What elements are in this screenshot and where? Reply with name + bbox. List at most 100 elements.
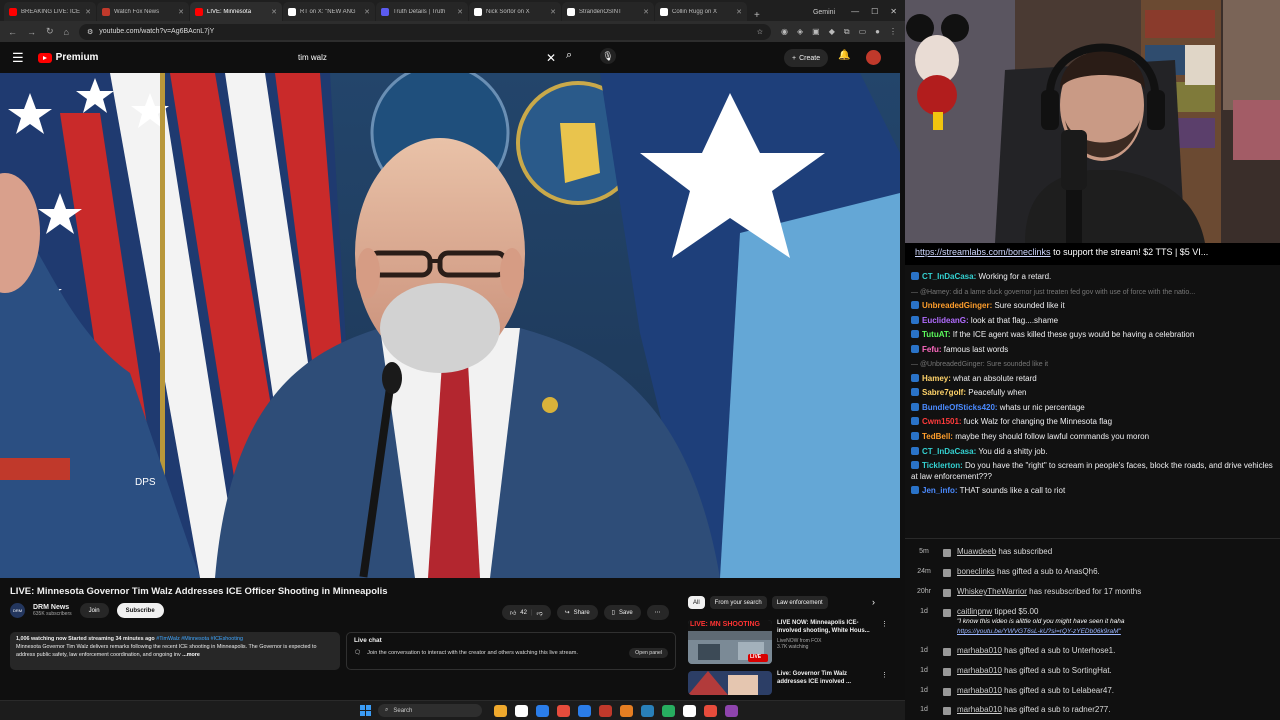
taskbar-app-icon[interactable]	[704, 705, 717, 717]
chat-username[interactable]: CT_InDaCasa:	[922, 447, 976, 456]
more-options-icon[interactable]: ⋮	[881, 620, 888, 628]
microphone-icon[interactable]: 🎙	[600, 48, 616, 64]
close-window-icon[interactable]: ✕	[890, 7, 897, 16]
url-field[interactable]: ⚙ youtube.com/watch?v=Ag6BAcnL7jY ☆	[78, 23, 772, 40]
taskbar-app-icon[interactable]	[515, 705, 528, 717]
chat-username[interactable]: Ticklerton:	[922, 461, 963, 470]
taskbar-app-icon[interactable]	[578, 705, 591, 717]
chat-username[interactable]: Sabre7golf:	[922, 388, 966, 397]
sidebar-icon[interactable]: ▭	[859, 27, 867, 37]
chevron-right-icon[interactable]: ›	[872, 597, 875, 607]
minimize-icon[interactable]: —	[851, 7, 859, 16]
back-icon[interactable]: ←	[8, 27, 17, 37]
save-button[interactable]: ▯ Save	[603, 605, 641, 620]
description-tags[interactable]: #TimWalz #Minnesota #ICEshooting	[156, 636, 243, 642]
search-icon[interactable]: ⌕	[566, 49, 572, 62]
browser-tab[interactable]: Nick Sortor on X ✕	[469, 2, 561, 21]
chat-username[interactable]: CT_InDaCasa:	[922, 272, 976, 281]
chat-username[interactable]: BundleOfSticks420:	[922, 403, 998, 412]
maximize-icon[interactable]: ☐	[871, 7, 878, 16]
event-user[interactable]: boneclinks	[957, 567, 995, 576]
tip-link[interactable]: https://youtu.be/YWVGT6sL-kU?si=rQY-zYED…	[957, 628, 1121, 635]
gemini-button[interactable]: Gemini	[805, 9, 843, 21]
browser-menu-icon[interactable]: ⋮	[889, 27, 897, 37]
chat-username[interactable]: UnbreadedGinger:	[922, 301, 992, 310]
tab-close-icon[interactable]: ✕	[85, 8, 91, 16]
tab-close-icon[interactable]: ✕	[643, 8, 649, 16]
tab-close-icon[interactable]: ✕	[178, 8, 184, 16]
description-more-link[interactable]: ...more	[182, 652, 200, 658]
recommendation-item[interactable]: Live: Governor Tim Walz addresses ICE in…	[688, 671, 888, 695]
join-button[interactable]: Join	[79, 603, 109, 618]
taskbar-app-icon[interactable]	[725, 705, 738, 717]
channel-name[interactable]: DRM News	[33, 604, 72, 611]
event-user[interactable]: caitlinpnw	[957, 607, 992, 616]
event-user[interactable]: marhaba010	[957, 666, 1002, 675]
menu-icon[interactable]: ☰	[12, 50, 24, 66]
taskbar-app-icon[interactable]	[662, 705, 675, 717]
youtube-logo[interactable]: Premium	[37, 52, 98, 63]
search-input[interactable]: tim walz ✕	[290, 47, 562, 68]
extension-icon[interactable]: ▣	[812, 27, 820, 37]
chat-username[interactable]: TedBell:	[922, 432, 953, 441]
site-info-icon[interactable]: ⚙	[87, 28, 93, 36]
extension-icon[interactable]: ◉	[781, 27, 788, 37]
taskbar-app-icon[interactable]	[599, 705, 612, 717]
chat-username[interactable]: Cwm1501:	[922, 417, 962, 426]
clear-search-icon[interactable]: ✕	[546, 51, 556, 65]
recommendation-thumbnail[interactable]: LIVE: MN SHOOTING LIVE	[688, 620, 772, 664]
browser-tab[interactable]: RT on X: "NEW ANG ✕	[283, 2, 375, 21]
taskbar-app-icon[interactable]	[557, 705, 570, 717]
taskbar-app-icon[interactable]	[641, 705, 654, 717]
subscribe-button[interactable]: Subscribe	[116, 603, 164, 618]
browser-tab[interactable]: LIVE: Minnesota ✕	[190, 2, 282, 21]
account-avatar[interactable]	[866, 50, 881, 65]
event-user[interactable]: marhaba010	[957, 686, 1002, 695]
taskbar-app-icon[interactable]	[536, 705, 549, 717]
event-user[interactable]: marhaba010	[957, 646, 1002, 655]
more-options-icon[interactable]: ⋮	[881, 671, 888, 679]
filter-chip[interactable]: All	[688, 596, 705, 609]
new-tab-button[interactable]: +	[748, 10, 766, 21]
event-user[interactable]: Muawdeeb	[957, 547, 996, 556]
chat-username[interactable]: Jen_info:	[922, 486, 958, 495]
browser-tab[interactable]: Collin Rugg on X ✕	[655, 2, 747, 21]
ticker-link[interactable]: https://streamlabs.com/boneclinks	[915, 247, 1051, 257]
open-panel-button[interactable]: Open panel	[629, 648, 668, 658]
recommendation-thumbnail[interactable]	[688, 671, 772, 695]
tab-close-icon[interactable]: ✕	[736, 8, 742, 16]
create-button[interactable]: + Create	[784, 49, 829, 67]
taskbar-app-icon[interactable]	[494, 705, 507, 717]
extension-icon[interactable]: ◆	[829, 27, 835, 37]
tab-close-icon[interactable]: ✕	[271, 8, 277, 16]
event-user[interactable]: WhiskeyTheWarrior	[957, 587, 1027, 596]
start-button[interactable]	[360, 705, 371, 716]
like-button[interactable]: 👍︎ 42 | 👎︎	[502, 605, 551, 620]
forward-icon[interactable]: →	[27, 27, 36, 37]
browser-tab[interactable]: Watch Fox News ✕	[97, 2, 189, 21]
description-box[interactable]: 1,006 watching now Started streaming 34 …	[10, 632, 340, 670]
recommendation-item[interactable]: LIVE: MN SHOOTING LIVE LIVE NOW: Minneap…	[688, 620, 888, 664]
reload-icon[interactable]: ↻	[46, 26, 54, 37]
bookmark-star-icon[interactable]: ☆	[757, 28, 763, 36]
chat-username[interactable]: Fefu:	[922, 345, 942, 354]
browser-tab[interactable]: StrandenOSINT ✕	[562, 2, 654, 21]
extensions-puzzle-icon[interactable]: ⧉	[844, 27, 850, 37]
event-user[interactable]: marhaba010	[957, 705, 1002, 714]
taskbar-app-icon[interactable]	[683, 705, 696, 717]
profile-icon[interactable]: ●	[875, 27, 880, 37]
tab-close-icon[interactable]: ✕	[457, 8, 463, 16]
tab-close-icon[interactable]: ✕	[364, 8, 370, 16]
chat-username[interactable]: Hamey:	[922, 374, 951, 383]
notifications-icon[interactable]: 🔔	[838, 50, 850, 61]
filter-chip[interactable]: From your search	[709, 596, 767, 609]
browser-tab[interactable]: Truth Details | Truth ✕	[376, 2, 468, 21]
extension-icon[interactable]: ◈	[797, 27, 803, 37]
more-actions-button[interactable]: ⋯	[646, 605, 669, 620]
taskbar-app-icon[interactable]	[620, 705, 633, 717]
chat-username[interactable]: EuclideanG:	[922, 316, 969, 325]
filter-chip[interactable]: Law enforcement	[771, 596, 828, 609]
share-button[interactable]: ↪ Share	[556, 605, 598, 620]
channel-avatar[interactable]: DRM	[10, 603, 25, 618]
browser-tab[interactable]: BREAKING LIVE: ICE ✕	[4, 2, 96, 21]
